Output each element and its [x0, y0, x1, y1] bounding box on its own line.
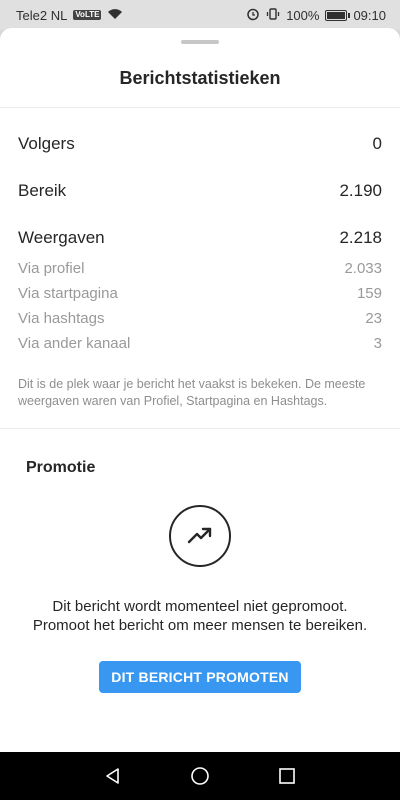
carrier-label: Tele2 NL: [16, 7, 68, 23]
status-left: Tele2 NL VoLTE: [16, 8, 123, 23]
wifi-icon: [107, 8, 123, 23]
stat-label: Weergaven: [18, 228, 105, 247]
trending-up-icon: [169, 505, 231, 567]
promote-post-button[interactable]: DIT BERICHT PROMOTEN: [99, 661, 301, 693]
source-label: Via profiel: [18, 260, 85, 277]
battery-percent: 100%: [286, 7, 320, 23]
views-info-text: Dit is de plek waar je bericht het vaaks…: [18, 377, 366, 408]
clock: 09:10: [353, 7, 386, 23]
stats-section: Volgers 0 Bereik 2.190 Weergaven 2.218 V…: [0, 134, 400, 356]
source-row-startpagina: Via startpagina 159: [18, 281, 382, 306]
insights-sheet: Berichtstatistieken Volgers 0 Bereik 2.1…: [0, 28, 400, 752]
battery-icon: [325, 9, 351, 21]
home-icon[interactable]: [188, 764, 212, 788]
source-value: 159: [356, 285, 382, 302]
source-label: Via ander kanaal: [18, 335, 131, 352]
source-value: 3: [373, 335, 382, 352]
status-bar: Tele2 NL VoLTE 100% 09:10: [0, 0, 400, 30]
promotion-text: Dit bericht wordt momenteel niet gepromo…: [32, 598, 368, 634]
source-row-hashtags: Via hashtags 23: [18, 306, 382, 331]
back-icon[interactable]: [101, 764, 125, 788]
alarm-icon: [246, 7, 260, 24]
source-row-profiel: Via profiel 2.033: [18, 256, 382, 281]
recents-icon[interactable]: [275, 764, 299, 788]
stat-value: 2.190: [339, 181, 382, 200]
volte-badge: VoLTE: [73, 10, 102, 20]
source-label: Via hashtags: [18, 310, 105, 327]
promotion-title: Promotie: [26, 459, 96, 476]
drag-handle[interactable]: [181, 40, 219, 44]
source-row-ander-kanaal: Via ander kanaal 3: [18, 331, 382, 356]
title-divider: [0, 107, 400, 108]
sheet-title: Berichtstatistieken: [119, 68, 281, 88]
stat-value: 0: [372, 134, 382, 153]
stat-value: 2.218: [339, 228, 382, 247]
stat-row-volgers: Volgers 0: [18, 134, 382, 154]
source-value: 2.033: [344, 260, 382, 277]
source-label: Via startpagina: [18, 285, 118, 302]
stat-row-weergaven: Weergaven 2.218: [18, 228, 382, 248]
section-divider: [0, 428, 400, 429]
vibrate-icon: [266, 7, 280, 24]
status-right: 100% 09:10: [246, 7, 386, 24]
stat-label: Volgers: [18, 134, 75, 153]
system-nav-bar: [0, 752, 400, 800]
stat-row-bereik: Bereik 2.190: [18, 181, 382, 201]
stat-label: Bereik: [18, 181, 67, 200]
source-value: 23: [365, 310, 382, 327]
